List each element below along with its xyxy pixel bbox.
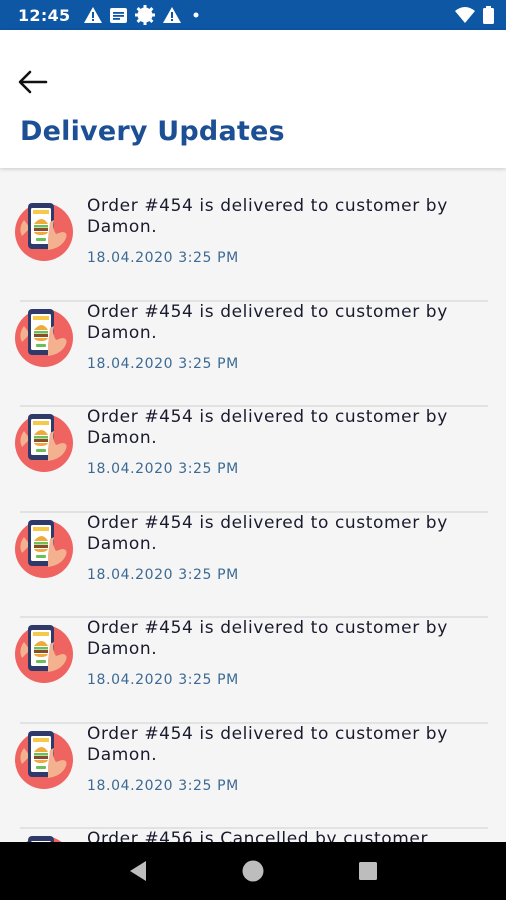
- warning-icon: [163, 7, 182, 23]
- notification-time: 18.04.2020 3:25 PM: [87, 566, 239, 583]
- notification-avatar: [12, 198, 76, 262]
- status-system-icons: [455, 6, 494, 24]
- notification-avatar: [12, 515, 76, 579]
- notification-avatar: [12, 304, 76, 368]
- notification-time: 18.04.2020 3:25 PM: [87, 672, 239, 688]
- phone-food-order-icon: [26, 836, 62, 842]
- notification-message: Order #454 is delivered to customer by D…: [87, 196, 448, 237]
- notification-item[interactable]: Order #454 is delivered to customer by D…: [10, 512, 488, 618]
- notification-message: Order #454 is delivered to customer by D…: [87, 301, 448, 343]
- wifi-icon: [455, 7, 475, 23]
- notification-message: Order #456 is Cancelled by customer Stef…: [87, 829, 429, 842]
- notification-item[interactable]: Order #454 is delivered to customer by D…: [10, 618, 488, 724]
- notification-time: 18.04.2020 3:25 PM: [87, 777, 239, 794]
- phone-food-order-icon: [15, 730, 73, 789]
- notification-message: Order #454 is delivered to customer by D…: [87, 407, 448, 448]
- nav-recents-button[interactable]: [354, 857, 382, 885]
- notification-time: 18.04.2020 3:25 PM: [87, 461, 239, 477]
- notification-item[interactable]: Order #454 is delivered to customer by D…: [10, 301, 488, 407]
- notification-time: 18.04.2020 3:25 PM: [87, 355, 239, 372]
- battery-icon: [483, 6, 494, 24]
- notification-time: 18.04.2020 3:25 PM: [87, 250, 239, 266]
- notification-message: Order #454 is delivered to customer by D…: [87, 618, 448, 659]
- notification-item[interactable]: Order #454 is delivered to customer by D…: [10, 407, 488, 513]
- notification-avatar: [12, 409, 76, 473]
- delivery-updates-list[interactable]: Order #454 is delivered to customer by D…: [0, 168, 506, 842]
- arrow-left-icon: [18, 70, 48, 94]
- warning-icon: [84, 7, 103, 23]
- back-triangle-icon: [129, 861, 146, 881]
- notification-item[interactable]: Order #454 is delivered to customer by D…: [10, 723, 488, 829]
- nav-home-button[interactable]: [239, 857, 267, 885]
- notification-item[interactable]: Order #456 is Cancelled by customer Stef…: [10, 829, 488, 842]
- notification-message: Order #454 is delivered to customer by D…: [87, 512, 448, 554]
- back-button[interactable]: [16, 68, 50, 96]
- phone-food-order-icon: [15, 519, 73, 578]
- phone-food-order-icon: [15, 308, 73, 367]
- phone-food-order-icon: [15, 203, 73, 261]
- phone-food-order-icon: [15, 414, 73, 472]
- gear-icon: [135, 5, 156, 25]
- message-icon: [110, 7, 128, 23]
- status-notification-icons: [84, 5, 203, 25]
- page-title: Delivery Updates: [20, 116, 285, 147]
- dot-icon: [193, 12, 199, 18]
- notification-item[interactable]: Order #454 is delivered to customer by D…: [10, 196, 488, 302]
- notification-message: Order #454 is delivered to customer by D…: [87, 723, 448, 765]
- status-bar: 12:45: [0, 0, 506, 30]
- nav-back-button[interactable]: [124, 857, 152, 885]
- recents-square-icon: [359, 862, 378, 880]
- notification-avatar: [12, 831, 76, 842]
- notification-avatar: [12, 726, 76, 790]
- app-bar: Delivery Updates: [0, 30, 506, 168]
- notification-avatar: [12, 620, 76, 684]
- home-circle-icon: [242, 860, 264, 882]
- phone-food-order-icon: [15, 625, 73, 683]
- navigation-bar: [0, 842, 506, 900]
- status-time: 12:45: [18, 5, 71, 25]
